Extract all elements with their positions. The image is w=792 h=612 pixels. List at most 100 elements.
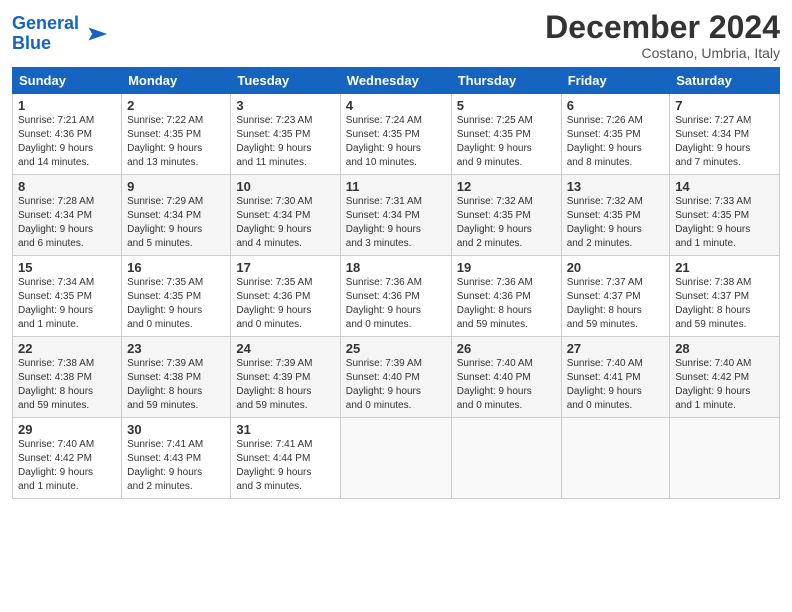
day-info: Sunrise: 7:39 AM Sunset: 4:40 PM Dayligh… bbox=[346, 357, 446, 413]
day-number: 9 bbox=[127, 179, 225, 194]
day-info: Sunrise: 7:41 AM Sunset: 4:43 PM Dayligh… bbox=[127, 438, 225, 494]
calendar-table: Sunday Monday Tuesday Wednesday Thursday… bbox=[12, 67, 780, 499]
day-cell-d29: 29Sunrise: 7:40 AM Sunset: 4:42 PM Dayli… bbox=[13, 418, 122, 499]
calendar-container: General Blue December 2024 Costano, Umbr… bbox=[0, 0, 792, 509]
day-number: 21 bbox=[675, 260, 774, 275]
day-number: 7 bbox=[675, 98, 774, 113]
day-number: 14 bbox=[675, 179, 774, 194]
calendar-week-4: 22Sunrise: 7:38 AM Sunset: 4:38 PM Dayli… bbox=[13, 337, 780, 418]
day-number: 20 bbox=[567, 260, 665, 275]
logo-icon bbox=[81, 20, 109, 48]
col-monday: Monday bbox=[122, 68, 231, 94]
calendar-week-2: 8Sunrise: 7:28 AM Sunset: 4:34 PM Daylig… bbox=[13, 175, 780, 256]
day-cell-d24: 24Sunrise: 7:39 AM Sunset: 4:39 PM Dayli… bbox=[231, 337, 340, 418]
day-info: Sunrise: 7:32 AM Sunset: 4:35 PM Dayligh… bbox=[567, 195, 665, 251]
col-sunday: Sunday bbox=[13, 68, 122, 94]
day-cell-d27: 27Sunrise: 7:40 AM Sunset: 4:41 PM Dayli… bbox=[561, 337, 670, 418]
day-info: Sunrise: 7:40 AM Sunset: 4:42 PM Dayligh… bbox=[675, 357, 774, 413]
calendar-week-1: 1Sunrise: 7:21 AM Sunset: 4:36 PM Daylig… bbox=[13, 94, 780, 175]
day-info: Sunrise: 7:33 AM Sunset: 4:35 PM Dayligh… bbox=[675, 195, 774, 251]
day-number: 6 bbox=[567, 98, 665, 113]
day-info: Sunrise: 7:35 AM Sunset: 4:35 PM Dayligh… bbox=[127, 276, 225, 332]
day-cell-d16: 16Sunrise: 7:35 AM Sunset: 4:35 PM Dayli… bbox=[122, 256, 231, 337]
day-number: 3 bbox=[236, 98, 334, 113]
calendar-week-3: 15Sunrise: 7:34 AM Sunset: 4:35 PM Dayli… bbox=[13, 256, 780, 337]
day-info: Sunrise: 7:32 AM Sunset: 4:35 PM Dayligh… bbox=[457, 195, 556, 251]
day-cell-d5: 5Sunrise: 7:25 AM Sunset: 4:35 PM Daylig… bbox=[451, 94, 561, 175]
empty-cell bbox=[451, 418, 561, 499]
day-cell-d26: 26Sunrise: 7:40 AM Sunset: 4:40 PM Dayli… bbox=[451, 337, 561, 418]
day-info: Sunrise: 7:24 AM Sunset: 4:35 PM Dayligh… bbox=[346, 114, 446, 170]
col-tuesday: Tuesday bbox=[231, 68, 340, 94]
day-number: 29 bbox=[18, 422, 116, 437]
day-number: 17 bbox=[236, 260, 334, 275]
day-info: Sunrise: 7:35 AM Sunset: 4:36 PM Dayligh… bbox=[236, 276, 334, 332]
day-info: Sunrise: 7:26 AM Sunset: 4:35 PM Dayligh… bbox=[567, 114, 665, 170]
day-number: 10 bbox=[236, 179, 334, 194]
day-cell-d13: 13Sunrise: 7:32 AM Sunset: 4:35 PM Dayli… bbox=[561, 175, 670, 256]
day-cell-d20: 20Sunrise: 7:37 AM Sunset: 4:37 PM Dayli… bbox=[561, 256, 670, 337]
day-number: 19 bbox=[457, 260, 556, 275]
day-cell-d23: 23Sunrise: 7:39 AM Sunset: 4:38 PM Dayli… bbox=[122, 337, 231, 418]
col-thursday: Thursday bbox=[451, 68, 561, 94]
day-cell-d7: 7Sunrise: 7:27 AM Sunset: 4:34 PM Daylig… bbox=[670, 94, 780, 175]
day-cell-d11: 11Sunrise: 7:31 AM Sunset: 4:34 PM Dayli… bbox=[340, 175, 451, 256]
day-info: Sunrise: 7:39 AM Sunset: 4:39 PM Dayligh… bbox=[236, 357, 334, 413]
day-cell-d3: 3Sunrise: 7:23 AM Sunset: 4:35 PM Daylig… bbox=[231, 94, 340, 175]
day-info: Sunrise: 7:21 AM Sunset: 4:36 PM Dayligh… bbox=[18, 114, 116, 170]
day-number: 18 bbox=[346, 260, 446, 275]
day-info: Sunrise: 7:29 AM Sunset: 4:34 PM Dayligh… bbox=[127, 195, 225, 251]
empty-cell bbox=[340, 418, 451, 499]
day-cell-d22: 22Sunrise: 7:38 AM Sunset: 4:38 PM Dayli… bbox=[13, 337, 122, 418]
empty-cell bbox=[561, 418, 670, 499]
day-info: Sunrise: 7:23 AM Sunset: 4:35 PM Dayligh… bbox=[236, 114, 334, 170]
header: General Blue December 2024 Costano, Umbr… bbox=[12, 10, 780, 61]
day-info: Sunrise: 7:36 AM Sunset: 4:36 PM Dayligh… bbox=[457, 276, 556, 332]
day-info: Sunrise: 7:40 AM Sunset: 4:42 PM Dayligh… bbox=[18, 438, 116, 494]
day-cell-d9: 9Sunrise: 7:29 AM Sunset: 4:34 PM Daylig… bbox=[122, 175, 231, 256]
header-row: Sunday Monday Tuesday Wednesday Thursday… bbox=[13, 68, 780, 94]
day-number: 25 bbox=[346, 341, 446, 356]
day-info: Sunrise: 7:28 AM Sunset: 4:34 PM Dayligh… bbox=[18, 195, 116, 251]
day-cell-d18: 18Sunrise: 7:36 AM Sunset: 4:36 PM Dayli… bbox=[340, 256, 451, 337]
day-number: 26 bbox=[457, 341, 556, 356]
day-number: 15 bbox=[18, 260, 116, 275]
day-number: 5 bbox=[457, 98, 556, 113]
day-cell-d8: 8Sunrise: 7:28 AM Sunset: 4:34 PM Daylig… bbox=[13, 175, 122, 256]
day-info: Sunrise: 7:39 AM Sunset: 4:38 PM Dayligh… bbox=[127, 357, 225, 413]
day-number: 24 bbox=[236, 341, 334, 356]
day-number: 22 bbox=[18, 341, 116, 356]
logo: General Blue bbox=[12, 14, 109, 54]
col-wednesday: Wednesday bbox=[340, 68, 451, 94]
calendar-week-5: 29Sunrise: 7:40 AM Sunset: 4:42 PM Dayli… bbox=[13, 418, 780, 499]
day-cell-d6: 6Sunrise: 7:26 AM Sunset: 4:35 PM Daylig… bbox=[561, 94, 670, 175]
day-number: 31 bbox=[236, 422, 334, 437]
day-number: 2 bbox=[127, 98, 225, 113]
day-number: 4 bbox=[346, 98, 446, 113]
day-cell-d31: 31Sunrise: 7:41 AM Sunset: 4:44 PM Dayli… bbox=[231, 418, 340, 499]
day-cell-d15: 15Sunrise: 7:34 AM Sunset: 4:35 PM Dayli… bbox=[13, 256, 122, 337]
day-cell-d14: 14Sunrise: 7:33 AM Sunset: 4:35 PM Dayli… bbox=[670, 175, 780, 256]
day-number: 30 bbox=[127, 422, 225, 437]
day-cell-d28: 28Sunrise: 7:40 AM Sunset: 4:42 PM Dayli… bbox=[670, 337, 780, 418]
day-cell-d10: 10Sunrise: 7:30 AM Sunset: 4:34 PM Dayli… bbox=[231, 175, 340, 256]
logo-blue: Blue bbox=[12, 33, 51, 53]
title-block: December 2024 Costano, Umbria, Italy bbox=[545, 10, 780, 61]
day-cell-d1: 1Sunrise: 7:21 AM Sunset: 4:36 PM Daylig… bbox=[13, 94, 122, 175]
day-info: Sunrise: 7:22 AM Sunset: 4:35 PM Dayligh… bbox=[127, 114, 225, 170]
day-number: 13 bbox=[567, 179, 665, 194]
logo-general: General bbox=[12, 13, 79, 33]
day-number: 12 bbox=[457, 179, 556, 194]
col-saturday: Saturday bbox=[670, 68, 780, 94]
day-info: Sunrise: 7:31 AM Sunset: 4:34 PM Dayligh… bbox=[346, 195, 446, 251]
day-info: Sunrise: 7:25 AM Sunset: 4:35 PM Dayligh… bbox=[457, 114, 556, 170]
location: Costano, Umbria, Italy bbox=[545, 45, 780, 61]
month-title: December 2024 bbox=[545, 10, 780, 45]
day-number: 16 bbox=[127, 260, 225, 275]
day-info: Sunrise: 7:40 AM Sunset: 4:41 PM Dayligh… bbox=[567, 357, 665, 413]
day-cell-d2: 2Sunrise: 7:22 AM Sunset: 4:35 PM Daylig… bbox=[122, 94, 231, 175]
day-cell-d12: 12Sunrise: 7:32 AM Sunset: 4:35 PM Dayli… bbox=[451, 175, 561, 256]
day-info: Sunrise: 7:37 AM Sunset: 4:37 PM Dayligh… bbox=[567, 276, 665, 332]
day-info: Sunrise: 7:38 AM Sunset: 4:37 PM Dayligh… bbox=[675, 276, 774, 332]
day-cell-d30: 30Sunrise: 7:41 AM Sunset: 4:43 PM Dayli… bbox=[122, 418, 231, 499]
